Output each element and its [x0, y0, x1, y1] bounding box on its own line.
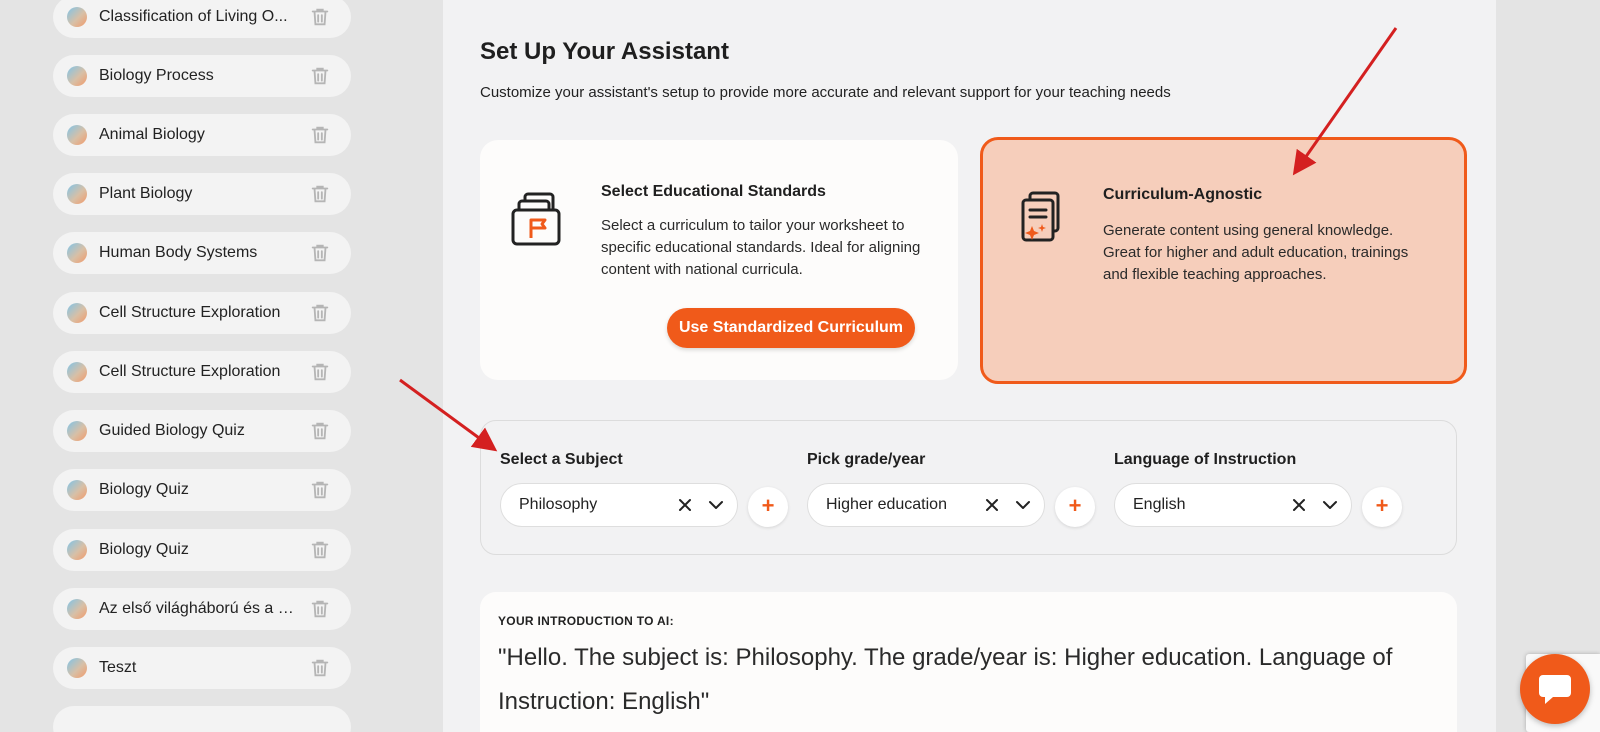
sidebar-item-label: Biology Process [99, 67, 214, 84]
clear-x-icon[interactable] [1290, 496, 1308, 514]
chat-avatar-icon [67, 7, 87, 27]
sidebar-item[interactable]: Teszt [53, 647, 351, 689]
chevron-down-icon[interactable] [1321, 496, 1339, 514]
sidebar-item[interactable]: Biology Quiz [53, 529, 351, 571]
folder-flag-icon [511, 192, 561, 246]
documents-sparkle-icon [1021, 191, 1060, 242]
sidebar-item-label: Animal Biology [99, 126, 205, 143]
curriculum-agnostic-card[interactable]: Curriculum-Agnostic Generate content usi… [980, 137, 1467, 384]
trash-icon[interactable] [309, 65, 331, 87]
chat-avatar-icon [67, 599, 87, 619]
chevron-down-icon[interactable] [707, 496, 725, 514]
page-subtitle: Customize your assistant's setup to prov… [480, 84, 1171, 101]
sidebar-item-label: Human Body Systems [99, 244, 258, 261]
standards-card-description: Select a curriculum to tailor your works… [601, 217, 921, 278]
trash-icon[interactable] [309, 183, 331, 205]
sidebar-item[interactable]: Plant Biology [53, 173, 351, 215]
agnostic-card-title: Curriculum-Agnostic [1103, 186, 1263, 203]
chat-avatar-icon [67, 540, 87, 560]
trash-icon[interactable] [309, 657, 331, 679]
chat-avatar-icon [67, 658, 87, 678]
clear-x-icon[interactable] [983, 496, 1001, 514]
chat-avatar-icon [67, 184, 87, 204]
sidebar: Classification of Living O... Biology Pr… [0, 0, 420, 732]
language-label: Language of Instruction [1114, 451, 1297, 468]
subject-select[interactable]: Philosophy [500, 483, 738, 527]
educational-standards-card[interactable]: Select Educational Standards Select a cu… [480, 140, 958, 380]
trash-icon[interactable] [309, 420, 331, 442]
sidebar-item[interactable] [53, 706, 351, 732]
add-language-button[interactable]: + [1362, 487, 1402, 527]
sidebar-item[interactable]: Classification of Living O... [53, 0, 351, 38]
chat-button[interactable] [1520, 654, 1590, 724]
selectors-panel: Select a Subject Philosophy + Pick grade… [480, 420, 1457, 555]
chevron-down-icon[interactable] [1014, 496, 1032, 514]
intro-label: YOUR INTRODUCTION TO AI: [498, 614, 674, 628]
subject-value: Philosophy [519, 496, 598, 513]
trash-icon[interactable] [309, 242, 331, 264]
sidebar-item-label: Classification of Living O... [99, 8, 288, 25]
sidebar-item[interactable]: Biology Process [53, 55, 351, 97]
subject-label: Select a Subject [500, 451, 623, 468]
sidebar-item-label: Guided Biology Quiz [99, 422, 245, 439]
sidebar-item[interactable]: Biology Quiz [53, 469, 351, 511]
language-value: English [1133, 496, 1186, 513]
trash-icon[interactable] [309, 302, 331, 324]
chat-avatar-icon [67, 243, 87, 263]
grade-label: Pick grade/year [807, 451, 926, 468]
sidebar-item-label: Cell Structure Exploration [99, 304, 281, 321]
ai-introduction-box: YOUR INTRODUCTION TO AI: "Hello. The sub… [480, 592, 1457, 732]
chat-avatar-icon [67, 362, 87, 382]
sidebar-item-label: Cell Structure Exploration [99, 363, 281, 380]
trash-icon[interactable] [309, 361, 331, 383]
chat-avatar-icon [67, 66, 87, 86]
chat-avatar-icon [67, 125, 87, 145]
sidebar-item[interactable]: Human Body Systems [53, 232, 351, 274]
sidebar-item[interactable]: Animal Biology [53, 114, 351, 156]
chat-icon [1539, 675, 1571, 704]
trash-icon[interactable] [309, 539, 331, 561]
sidebar-item-label: Az első világháború és a g... [99, 600, 299, 617]
sidebar-item[interactable]: Cell Structure Exploration [53, 351, 351, 393]
add-subject-button[interactable]: + [748, 487, 788, 527]
sidebar-item[interactable]: Az első világháború és a g... [53, 588, 351, 630]
grade-select[interactable]: Higher education [807, 483, 1045, 527]
add-grade-button[interactable]: + [1055, 487, 1095, 527]
trash-icon[interactable] [309, 6, 331, 28]
agnostic-card-description: Generate content using general knowledge… [1103, 222, 1409, 283]
page-title: Set Up Your Assistant [480, 38, 729, 65]
sidebar-item-label: Biology Quiz [99, 541, 189, 558]
clear-x-icon[interactable] [676, 496, 694, 514]
chat-avatar-icon [67, 421, 87, 441]
sidebar-item-label: Biology Quiz [99, 481, 189, 498]
standards-card-title: Select Educational Standards [601, 183, 826, 200]
intro-text: "Hello. The subject is: Philosophy. The … [498, 644, 1393, 715]
assistant-setup-panel: Set Up Your Assistant Customize your ass… [443, 0, 1496, 732]
trash-icon[interactable] [309, 124, 331, 146]
trash-icon[interactable] [309, 479, 331, 501]
sidebar-item-label: Teszt [99, 659, 137, 676]
chat-avatar-icon [67, 303, 87, 323]
sidebar-item[interactable]: Cell Structure Exploration [53, 292, 351, 334]
sidebar-item-label: Plant Biology [99, 185, 193, 202]
trash-icon[interactable] [309, 598, 331, 620]
grade-value: Higher education [826, 496, 947, 513]
chat-avatar-icon [67, 480, 87, 500]
use-standardized-curriculum-button[interactable]: Use Standardized Curriculum [667, 308, 915, 348]
sidebar-item[interactable]: Guided Biology Quiz [53, 410, 351, 452]
language-select[interactable]: English [1114, 483, 1352, 527]
